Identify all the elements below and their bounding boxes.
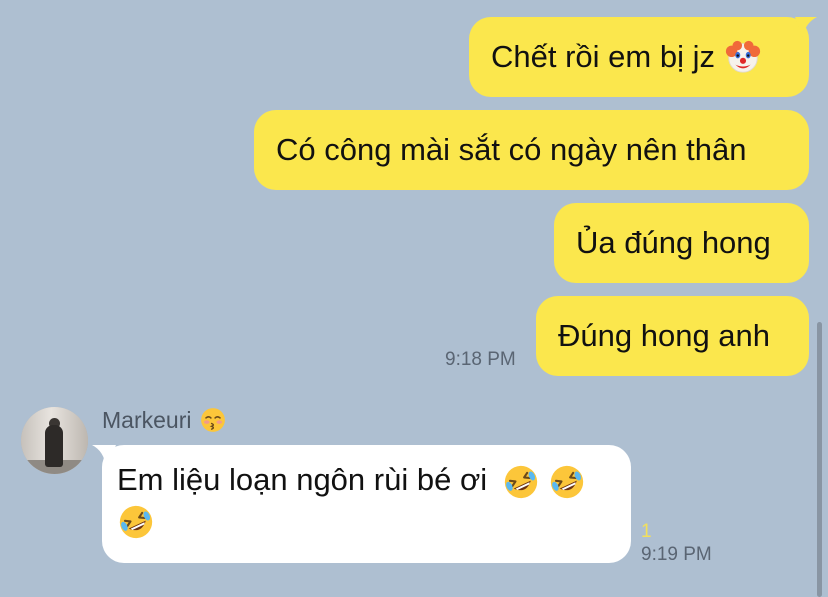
rolling-laughing-icon xyxy=(548,463,586,501)
chat-area: Chết rồi em bị jz Có công mài sắt có ngà… xyxy=(0,0,828,597)
bubble-tail xyxy=(795,17,817,37)
unread-count: 1 xyxy=(641,521,652,542)
outgoing-message[interactable]: Chết rồi em bị jz xyxy=(469,17,817,97)
outgoing-message[interactable]: Ủa đúng hong xyxy=(554,203,809,283)
rolling-laughing-icon xyxy=(117,503,155,541)
clown-face-icon xyxy=(724,38,762,76)
message-text: Có công mài sắt có ngày nên thân xyxy=(276,132,747,167)
avatar[interactable] xyxy=(21,407,88,474)
kissing-face-icon xyxy=(199,406,227,434)
sender-name-row: Markeuri xyxy=(102,406,227,434)
message-text: Em liệu loạn ngôn rùi bé ơi xyxy=(117,462,488,497)
rolling-laughing-icon xyxy=(502,463,540,501)
outgoing-message[interactable]: Đúng hong anh xyxy=(536,296,809,376)
message-text: Đúng hong anh xyxy=(558,318,771,353)
outgoing-message[interactable]: Có công mài sắt có ngày nên thân xyxy=(254,110,809,190)
message-timestamp: 9:19 PM xyxy=(641,544,712,565)
message-text: Ủa đúng hong xyxy=(576,225,771,260)
sender-name: Markeuri xyxy=(102,406,192,433)
scrollbar[interactable] xyxy=(817,322,822,597)
incoming-message[interactable]: Em liệu loạn ngôn rùi bé ơi xyxy=(92,445,631,563)
message-text: Chết rồi em bị jz xyxy=(491,39,715,74)
bubble-tail xyxy=(92,445,116,467)
message-timestamp: 9:18 PM xyxy=(445,349,516,370)
